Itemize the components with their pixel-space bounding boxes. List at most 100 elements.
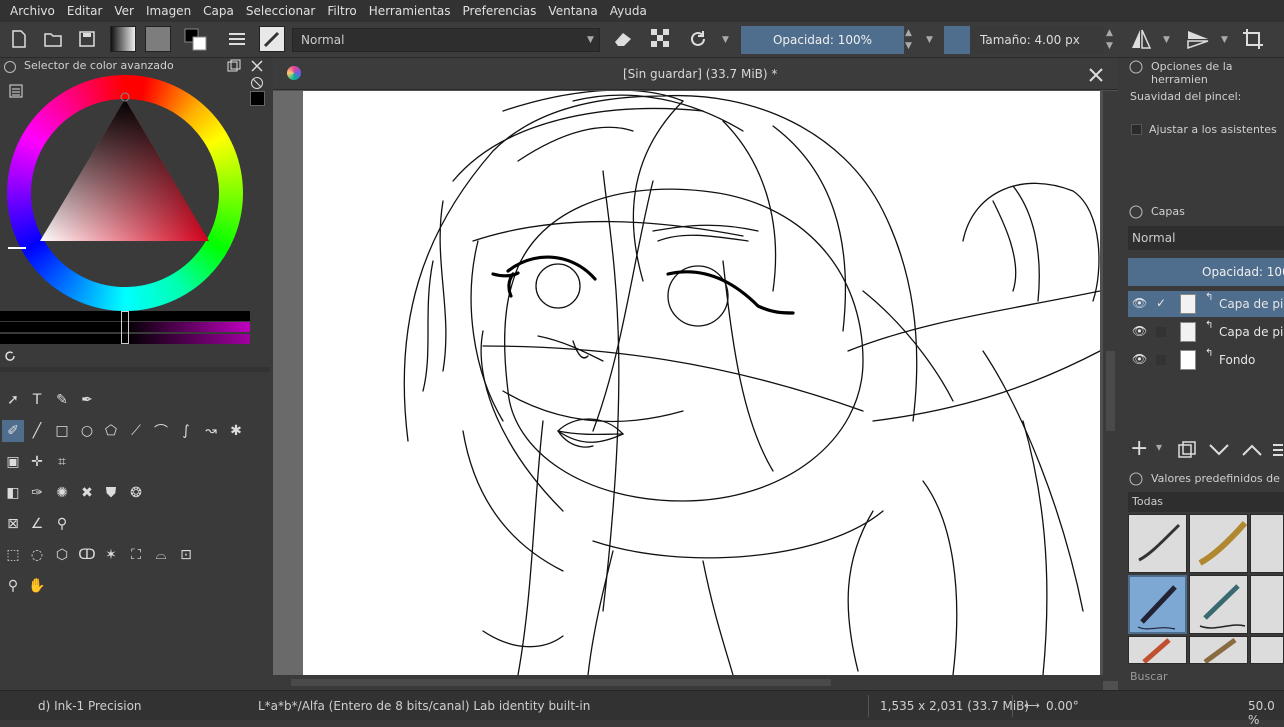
brush-preset-tile[interactable] — [1189, 575, 1248, 634]
lock-icon[interactable] — [1128, 471, 1144, 487]
layer-row[interactable]: 👁 ↰ Capa de pin — [1128, 319, 1284, 345]
line-tool-icon[interactable]: ╱ — [26, 420, 48, 442]
spin-up-icon[interactable]: ▲ — [905, 28, 912, 38]
eye-icon[interactable]: 👁 — [1132, 296, 1147, 310]
polygon-select-icon[interactable]: ⬡ — [51, 544, 73, 566]
float-panel-icon[interactable] — [227, 59, 241, 73]
text-tool-icon[interactable]: T — [26, 389, 48, 411]
pattern-fill-icon[interactable]: ❂ — [125, 482, 147, 504]
colorize-mask-icon[interactable]: ✖ — [76, 482, 98, 504]
preset-search-input[interactable]: Buscar — [1130, 670, 1168, 683]
multibrush-icon[interactable]: ✱ — [225, 420, 247, 442]
layer-blend-select[interactable]: Normal — [1128, 226, 1284, 250]
brush-preset-tile[interactable] — [1189, 636, 1248, 664]
spin-down-icon[interactable]: ▼ — [905, 41, 912, 51]
polyline-tool-icon[interactable]: ⟋ — [125, 420, 147, 442]
open-folder-icon[interactable] — [40, 26, 66, 52]
menu-ventana[interactable]: Ventana — [542, 0, 603, 22]
lock-icon[interactable] — [1128, 59, 1144, 75]
layer-name[interactable]: Capa de pin — [1219, 325, 1284, 339]
duplicate-layer-icon[interactable] — [1178, 441, 1196, 459]
layer-name[interactable]: Fondo — [1219, 353, 1255, 367]
bezier-select-icon[interactable]: ⌓ — [150, 544, 172, 566]
layer-row[interactable]: 👁 ↰ Fondo — [1128, 347, 1284, 373]
brush-preset-tile[interactable] — [1250, 514, 1284, 573]
eye-icon[interactable]: 👁 — [1132, 352, 1147, 366]
ellipse-tool-icon[interactable]: ○ — [76, 420, 98, 442]
opacity-slider[interactable]: Opacidad: 100% — [741, 26, 904, 54]
similar-select-icon[interactable]: ⛶ — [125, 544, 147, 566]
slider-cursor[interactable] — [121, 311, 129, 344]
menu-seleccionar[interactable]: Seleccionar — [240, 0, 321, 22]
brush-preset-tile[interactable] — [1250, 575, 1284, 634]
horizontal-scroll-thumb[interactable] — [291, 679, 831, 686]
layer-check-empty[interactable] — [1156, 327, 1166, 337]
measure-tool-icon[interactable]: ∠ — [26, 513, 48, 535]
lock-icon[interactable] — [1128, 204, 1144, 220]
close-document-icon[interactable] — [1089, 68, 1103, 82]
spin-down-icon[interactable]: ▼ — [1106, 41, 1113, 51]
smart-patch-icon[interactable]: ✺ — [51, 482, 73, 504]
horizontal-scrollbar[interactable] — [273, 675, 1103, 690]
size-slider[interactable]: Tamaño: 4.00 px — [970, 26, 1104, 54]
move-tool-icon[interactable]: ✛ — [26, 451, 48, 473]
menu-editar[interactable]: Editar — [61, 0, 109, 22]
menu-archivo[interactable]: Archivo — [4, 0, 61, 22]
layer-check-empty[interactable] — [1156, 355, 1166, 365]
check-icon[interactable]: ✓ — [1156, 296, 1166, 310]
calligraphy-icon[interactable]: ✒ — [76, 389, 98, 411]
brush-preset-tile[interactable] — [1128, 514, 1187, 573]
bezier-tool-icon[interactable]: ⌒ — [150, 420, 172, 442]
lock-icon[interactable] — [3, 60, 19, 74]
blend-mode-select[interactable]: Normal — [292, 28, 600, 52]
dynamic-brush-icon[interactable]: ↝ — [200, 420, 222, 442]
new-document-icon[interactable] — [6, 26, 32, 52]
transform-tool-icon[interactable]: ▣ — [2, 451, 24, 473]
clear-color-icon[interactable] — [250, 76, 264, 90]
gradient-tool-icon[interactable]: ◧ — [2, 482, 24, 504]
layer-opacity-slider[interactable]: Opacidad: 100% — [1128, 258, 1284, 286]
crop-tool-icon[interactable]: ⌗ — [51, 451, 73, 473]
chevron-down-icon[interactable]: ▾ — [1156, 440, 1162, 454]
move-layer-down-icon[interactable] — [1208, 443, 1230, 457]
menu-filtro[interactable]: Filtro — [321, 0, 362, 22]
freehand-path-icon[interactable]: ∫ — [175, 420, 197, 442]
current-color-swatch[interactable] — [250, 91, 265, 106]
mirror-vertical-icon[interactable] — [1185, 26, 1211, 52]
rect-select-icon[interactable]: ⬚ — [2, 544, 24, 566]
workspace-icon[interactable] — [224, 26, 250, 52]
fill-tool-icon[interactable]: ⛊ — [100, 482, 122, 504]
layer-row[interactable]: 👁 ✓ ↰ Capa de pin — [1128, 291, 1284, 317]
rotation-value[interactable]: 0.00° — [1046, 699, 1079, 713]
refresh-icon[interactable] — [3, 349, 17, 363]
move-layer-up-icon[interactable] — [1241, 443, 1263, 457]
polygon-tool-icon[interactable]: ⬠ — [100, 420, 122, 442]
fg-bg-color-icon[interactable] — [182, 26, 208, 52]
preset-tag-select[interactable]: Todas — [1128, 492, 1284, 512]
brush-preset-tile[interactable] — [1189, 514, 1248, 573]
zoom-value[interactable]: 50.0 % — [1248, 699, 1284, 727]
freehand-brush-icon[interactable]: ✐ — [2, 420, 24, 442]
color-picker-icon[interactable]: ✑ — [26, 482, 48, 504]
vertical-scroll-thumb[interactable] — [1106, 351, 1115, 431]
rectangle-tool-icon[interactable]: □ — [51, 420, 73, 442]
layer-name[interactable]: Capa de pin — [1219, 297, 1284, 311]
save-icon[interactable] — [74, 26, 100, 52]
zoom-tool-icon[interactable]: ⚲ — [2, 575, 24, 597]
ellipse-select-icon[interactable]: ◌ — [26, 544, 48, 566]
snap-assistants-checkbox[interactable] — [1131, 124, 1142, 135]
edit-shapes-icon[interactable]: ✎ — [51, 389, 73, 411]
alpha-lock-icon[interactable] — [648, 26, 674, 52]
menu-preferencias[interactable]: Preferencias — [457, 0, 543, 22]
pan-tool-icon[interactable]: ✋ — [26, 575, 48, 597]
eraser-icon[interactable] — [610, 26, 636, 52]
select-shapes-icon[interactable]: ➚ — [2, 389, 24, 411]
brush-preset-tile[interactable] — [1128, 636, 1187, 664]
mirror-horizontal-icon[interactable] — [1128, 26, 1154, 52]
brush-preset-tile[interactable] — [1250, 636, 1284, 664]
crop-wrap-icon[interactable] — [1240, 26, 1266, 52]
add-layer-icon[interactable]: + — [1130, 436, 1148, 461]
reload-preset-icon[interactable] — [685, 26, 711, 52]
spin-up-icon[interactable]: ▲ — [1106, 28, 1113, 38]
brush-preset-icon[interactable] — [259, 26, 285, 52]
